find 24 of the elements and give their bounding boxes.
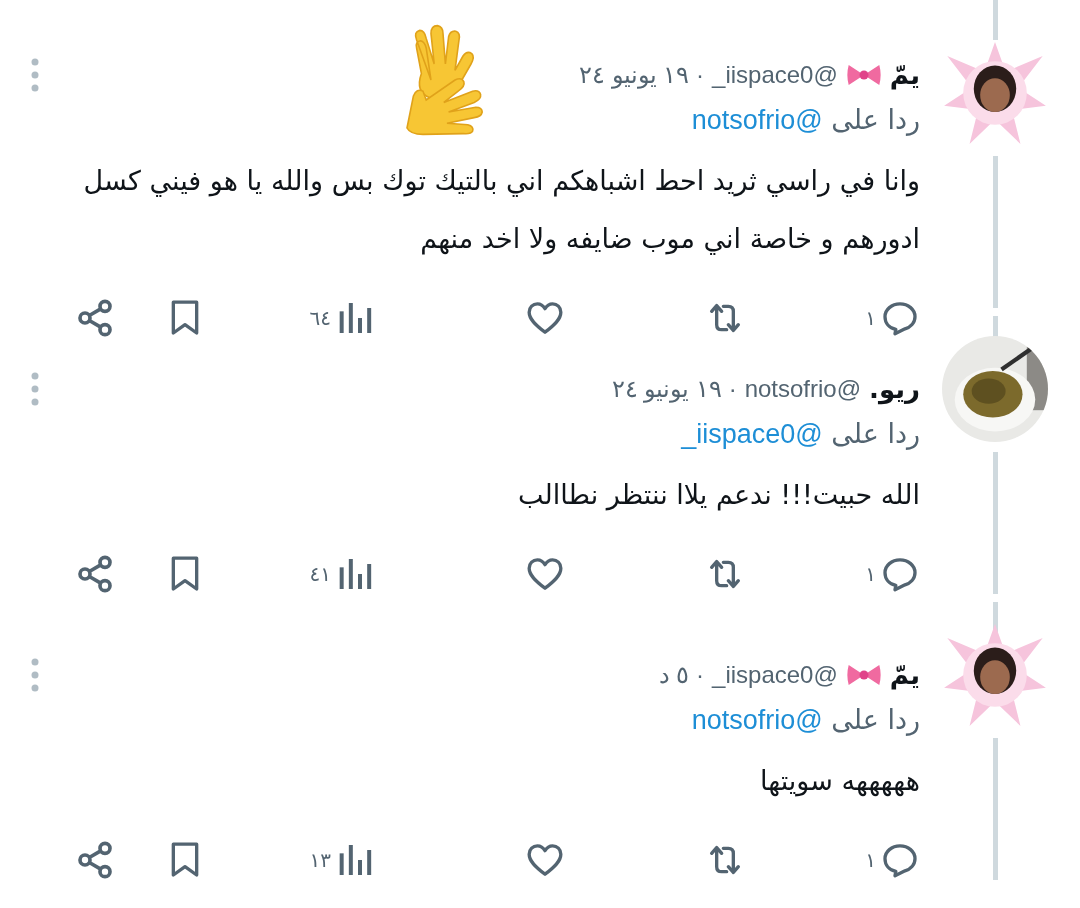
post-text: هههههه سويتها	[759, 764, 920, 799]
view-count: ٤١	[309, 562, 331, 586]
post-time: · ١٩ يونيو ٢٤	[579, 61, 705, 89]
user-handle[interactable]: @iispace0_	[712, 61, 838, 89]
user-handle[interactable]: @notsofrio	[744, 375, 862, 403]
display-name[interactable]: ريو.	[869, 374, 920, 404]
mention-link[interactable]: @notsofrio	[691, 105, 823, 135]
reply-count: ١	[865, 306, 876, 330]
post-text: وانا في راسي ثريد احط اشباهكم اني بالتيك توك بس والله يا هو فيني كسل ادورهم و خاصة اني موب ضايفه ولا اخد منهم	[82, 164, 920, 257]
share-icon[interactable]	[75, 298, 115, 338]
mention-link[interactable]: @iispace0_	[681, 419, 823, 449]
reply-count: ١	[865, 562, 876, 586]
view-count: ٦٤	[309, 306, 331, 330]
view-count: ١٣	[309, 848, 331, 872]
user-handle[interactable]: @iispace0_	[712, 661, 838, 689]
post-text: الله حبيت!!! ندعم يلاا ننتظر نطاالب	[517, 478, 920, 513]
share-icon[interactable]	[75, 840, 115, 880]
post-time: · ١٩ يونيو ٢٤	[611, 375, 737, 403]
post-time: · ٥ د	[658, 661, 705, 689]
display-name[interactable]: يمّ	[889, 660, 920, 690]
display-name[interactable]: يمّ	[889, 60, 920, 90]
reply-count: ١	[865, 848, 876, 872]
mention-link[interactable]: @notsofrio	[691, 705, 823, 735]
share-icon[interactable]	[75, 554, 115, 594]
